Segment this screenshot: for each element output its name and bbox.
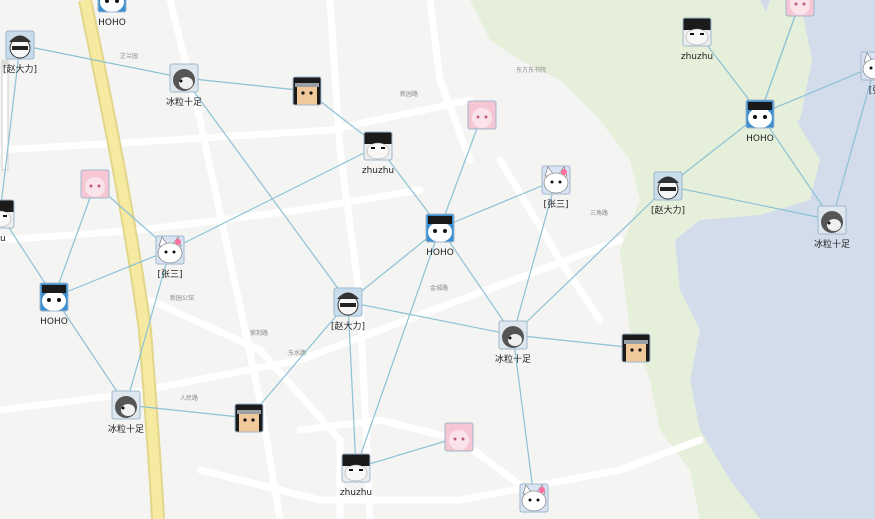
- cat-avatar-icon[interactable]: [154, 234, 186, 266]
- ninja-avatar-icon[interactable]: [620, 332, 652, 364]
- node-label: zhuzhu: [681, 52, 713, 62]
- network-node[interactable]: HOHO: [424, 212, 456, 258]
- pink-avatar-icon[interactable]: [466, 99, 498, 131]
- network-node[interactable]: zhuzhu: [681, 16, 713, 62]
- network-node[interactable]: [79, 168, 111, 200]
- node-label: 冰粒十足: [108, 423, 144, 435]
- bingli-avatar-icon[interactable]: [816, 204, 848, 236]
- bingli-avatar-icon[interactable]: [110, 389, 142, 421]
- map-label: 人民路: [180, 394, 198, 402]
- network-node[interactable]: 冰粒十足: [814, 204, 850, 250]
- network-node[interactable]: [张三]: [540, 164, 572, 210]
- network-node[interactable]: 冰粒十足: [166, 62, 202, 108]
- node-label: [赵大力]: [331, 320, 365, 332]
- network-node[interactable]: 冰粒十足: [108, 389, 144, 435]
- hoho-avatar-icon[interactable]: [744, 98, 776, 130]
- network-node[interactable]: [233, 402, 265, 434]
- hoho-avatar-icon[interactable]: [424, 212, 456, 244]
- bingli-avatar-icon[interactable]: [497, 319, 529, 351]
- ninja-avatar-icon[interactable]: [233, 402, 265, 434]
- node-label: [张三]: [543, 199, 568, 210]
- ninja-avatar-icon[interactable]: [291, 75, 323, 107]
- node-label: zhuzhu: [362, 166, 394, 176]
- map-label: 芷兰园: [120, 52, 138, 60]
- network-node[interactable]: zhuzhu: [362, 130, 394, 176]
- network-node[interactable]: zhuzhu: [340, 452, 372, 498]
- node-label: hu: [0, 234, 6, 244]
- network-node[interactable]: [784, 0, 816, 18]
- map-label: 金城路: [430, 284, 448, 292]
- node-label: [张: [869, 85, 875, 96]
- map-label: 三角路: [590, 209, 608, 217]
- node-label: HOHO: [746, 134, 774, 144]
- network-node[interactable]: [518, 482, 550, 514]
- network-node[interactable]: [443, 421, 475, 453]
- pink-avatar-icon[interactable]: [79, 168, 111, 200]
- cat-avatar-icon[interactable]: [859, 50, 875, 82]
- network-node[interactable]: [620, 332, 652, 364]
- pink-avatar-icon[interactable]: [784, 0, 816, 18]
- node-label: HOHO: [40, 317, 68, 327]
- network-node[interactable]: [赵大力]: [3, 29, 37, 75]
- node-label: 冰粒十足: [495, 353, 531, 365]
- map-label: 东方东书院: [516, 66, 546, 74]
- network-node[interactable]: 冰粒十足: [495, 319, 531, 365]
- node-label: zhuzhu: [340, 488, 372, 498]
- network-node[interactable]: [466, 99, 498, 131]
- node-label: [赵大力]: [3, 63, 37, 75]
- node-label: HOHO: [98, 18, 126, 28]
- node-label: 冰粒十足: [814, 238, 850, 250]
- node-label: 冰粒十足: [166, 96, 202, 108]
- map-label: 紫荆路: [250, 329, 268, 337]
- hoho-avatar-icon[interactable]: [38, 281, 70, 313]
- network-node[interactable]: [张三]: [154, 234, 186, 280]
- zhao-avatar-icon[interactable]: [652, 170, 684, 202]
- node-label: [张三]: [157, 269, 182, 280]
- node-label: [赵大力]: [651, 204, 685, 216]
- cat-avatar-icon[interactable]: [518, 482, 550, 514]
- network-node[interactable]: HOHO: [744, 98, 776, 144]
- zhuzhu-avatar-icon[interactable]: [0, 198, 16, 230]
- zhao-avatar-icon[interactable]: [332, 286, 364, 318]
- zhuzhu-avatar-icon[interactable]: [681, 16, 713, 48]
- map-label: 东水路: [288, 349, 306, 357]
- network-node[interactable]: [赵大力]: [651, 170, 685, 216]
- bingli-avatar-icon[interactable]: [168, 62, 200, 94]
- node-label: HOHO: [426, 248, 454, 258]
- network-node[interactable]: [赵大力]: [331, 286, 365, 332]
- network-node[interactable]: HOHO: [38, 281, 70, 327]
- network-node[interactable]: [291, 75, 323, 107]
- network-map[interactable]: 芷兰园东方东书院新园路金城路紫荆路东水路 三角路新园公馆人民路 HOHO [赵大力]…: [0, 0, 875, 519]
- zhao-avatar-icon[interactable]: [4, 29, 36, 61]
- zhuzhu-avatar-icon[interactable]: [362, 130, 394, 162]
- cat-avatar-icon[interactable]: [540, 164, 572, 196]
- pink-avatar-icon[interactable]: [443, 421, 475, 453]
- zhuzhu-avatar-icon[interactable]: [340, 452, 372, 484]
- hoho-avatar-icon[interactable]: [96, 0, 128, 14]
- map-label: 新园路: [400, 90, 418, 98]
- map-label: 新园公馆: [170, 294, 194, 302]
